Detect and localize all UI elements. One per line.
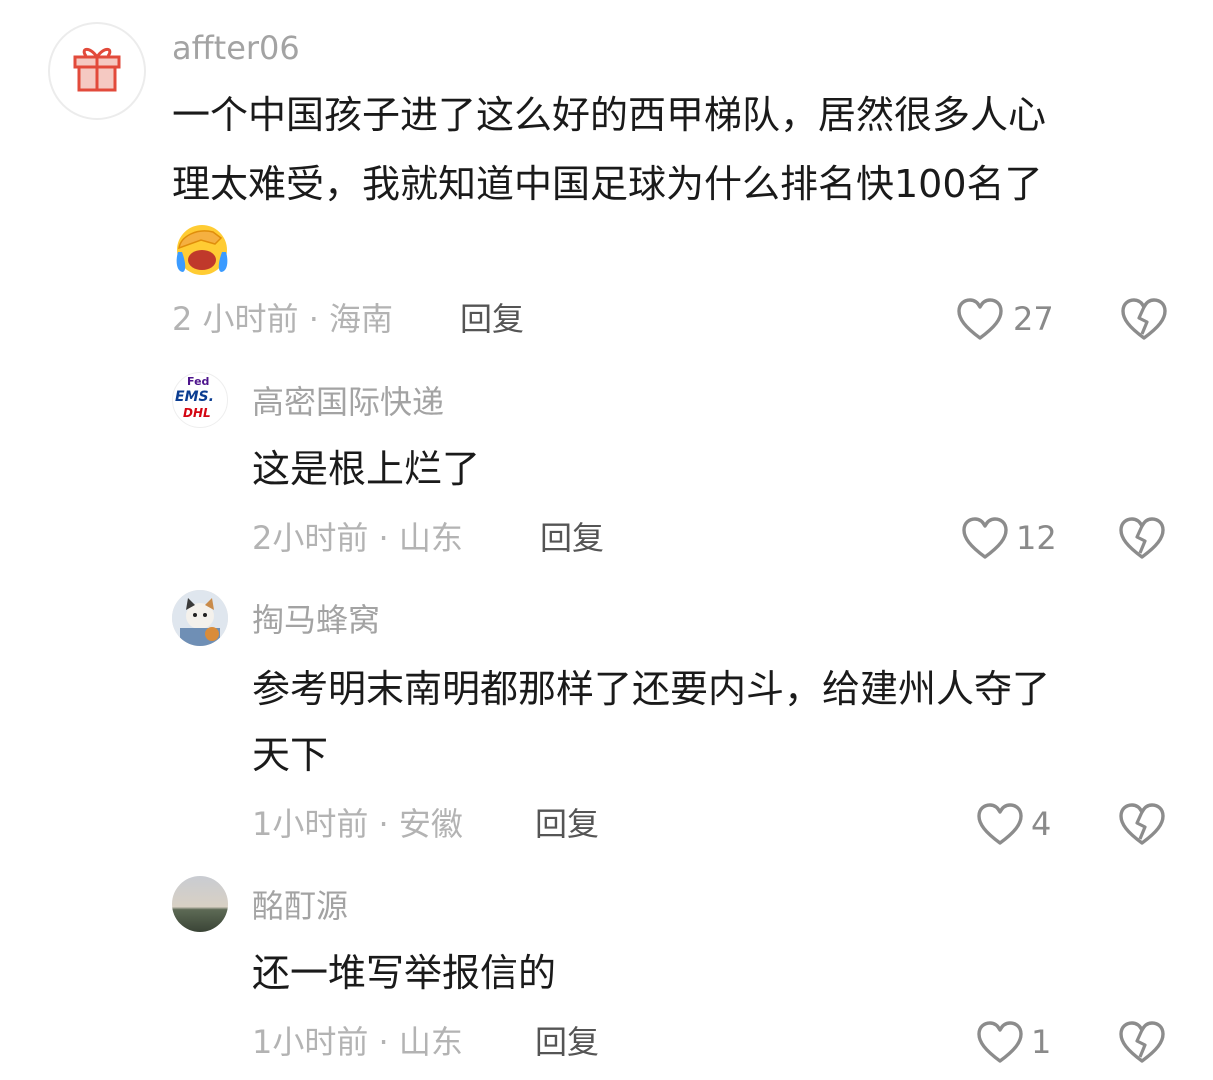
heart-icon [977,1021,1023,1063]
reply-button[interactable]: 回复 [540,518,604,558]
comment-item: 酩酊源 还一堆写举报信的 1小时前 · 山东 回复 1 [0,860,1213,1080]
dislike-button[interactable] [1119,296,1169,342]
dislike-button[interactable] [1117,801,1167,847]
broken-heart-icon [1119,1021,1165,1063]
comment-text-line: 参考明末南明都那样了还要内斗，给建州人夺了 [252,667,1051,711]
gift-icon [73,47,121,92]
comment-text-line: 这是根上烂了 [252,447,481,491]
reply-button[interactable]: 回复 [460,299,524,339]
avatar-badge-text: DHL [183,406,211,420]
avatar[interactable] [172,590,228,646]
facepalm-crying-emoji [173,222,231,276]
comment-text-line: 理太难受，我就知道中国足球为什么排名快100名了 [172,162,1043,206]
comment-text-line: 天下 [252,733,329,777]
like-count: 12 [1016,519,1057,557]
like-button[interactable]: 4 [975,801,1065,847]
comment-text-line: 一个中国孩子进了这么好的西甲梯队，居然很多人心 [172,93,1047,137]
heart-icon [977,803,1023,845]
comment-item: 掏马蜂窝 参考明末南明都那样了还要内斗，给建州人夺了 天下 1小时前 · 安徽 … [0,580,1213,860]
reply-button[interactable]: 回复 [535,804,599,844]
cat-photo-icon [172,590,228,646]
like-button[interactable]: 12 [960,515,1070,561]
comment-item: Fed EMS. DHL 高密国际快递 这是根上烂了 2小时前 · 山东 回复 … [0,360,1213,580]
broken-heart-icon [1119,803,1165,845]
heart-icon [957,298,1003,340]
dislike-button[interactable] [1117,1019,1167,1065]
like-count: 1 [1031,1023,1052,1061]
avatar[interactable] [48,22,146,120]
comment-meta: 1小时前 · 山东 [252,1023,463,1061]
comment-meta: 2 小时前 · 海南 [172,300,394,338]
username[interactable]: 高密国际快递 [252,382,444,422]
reply-button[interactable]: 回复 [535,1022,599,1062]
avatar[interactable]: Fed EMS. DHL [172,372,228,428]
dislike-button[interactable] [1117,515,1167,561]
like-button[interactable]: 27 [955,296,1065,342]
username[interactable]: affter06 [172,28,300,68]
heart-icon [962,517,1008,559]
username[interactable]: 酩酊源 [252,886,348,926]
like-count: 4 [1031,805,1052,843]
comment-text-line: 还一堆写举报信的 [252,951,557,995]
comment-item: affter06 一个中国孩子进了这么好的西甲梯队，居然很多人心 理太难受，我就… [0,0,1213,350]
like-button[interactable]: 1 [975,1019,1065,1065]
comment-meta: 1小时前 · 安徽 [252,805,463,843]
avatar-badge-text: EMS. [175,389,214,405]
broken-heart-icon [1121,298,1167,340]
like-count: 27 [1013,300,1054,338]
broken-heart-icon [1119,517,1165,559]
username[interactable]: 掏马蜂窝 [252,600,380,640]
avatar[interactable] [172,876,228,932]
avatar-badge-text: Fed [187,375,210,388]
sunset-photo-icon [172,876,228,932]
comment-meta: 2小时前 · 山东 [252,519,463,557]
